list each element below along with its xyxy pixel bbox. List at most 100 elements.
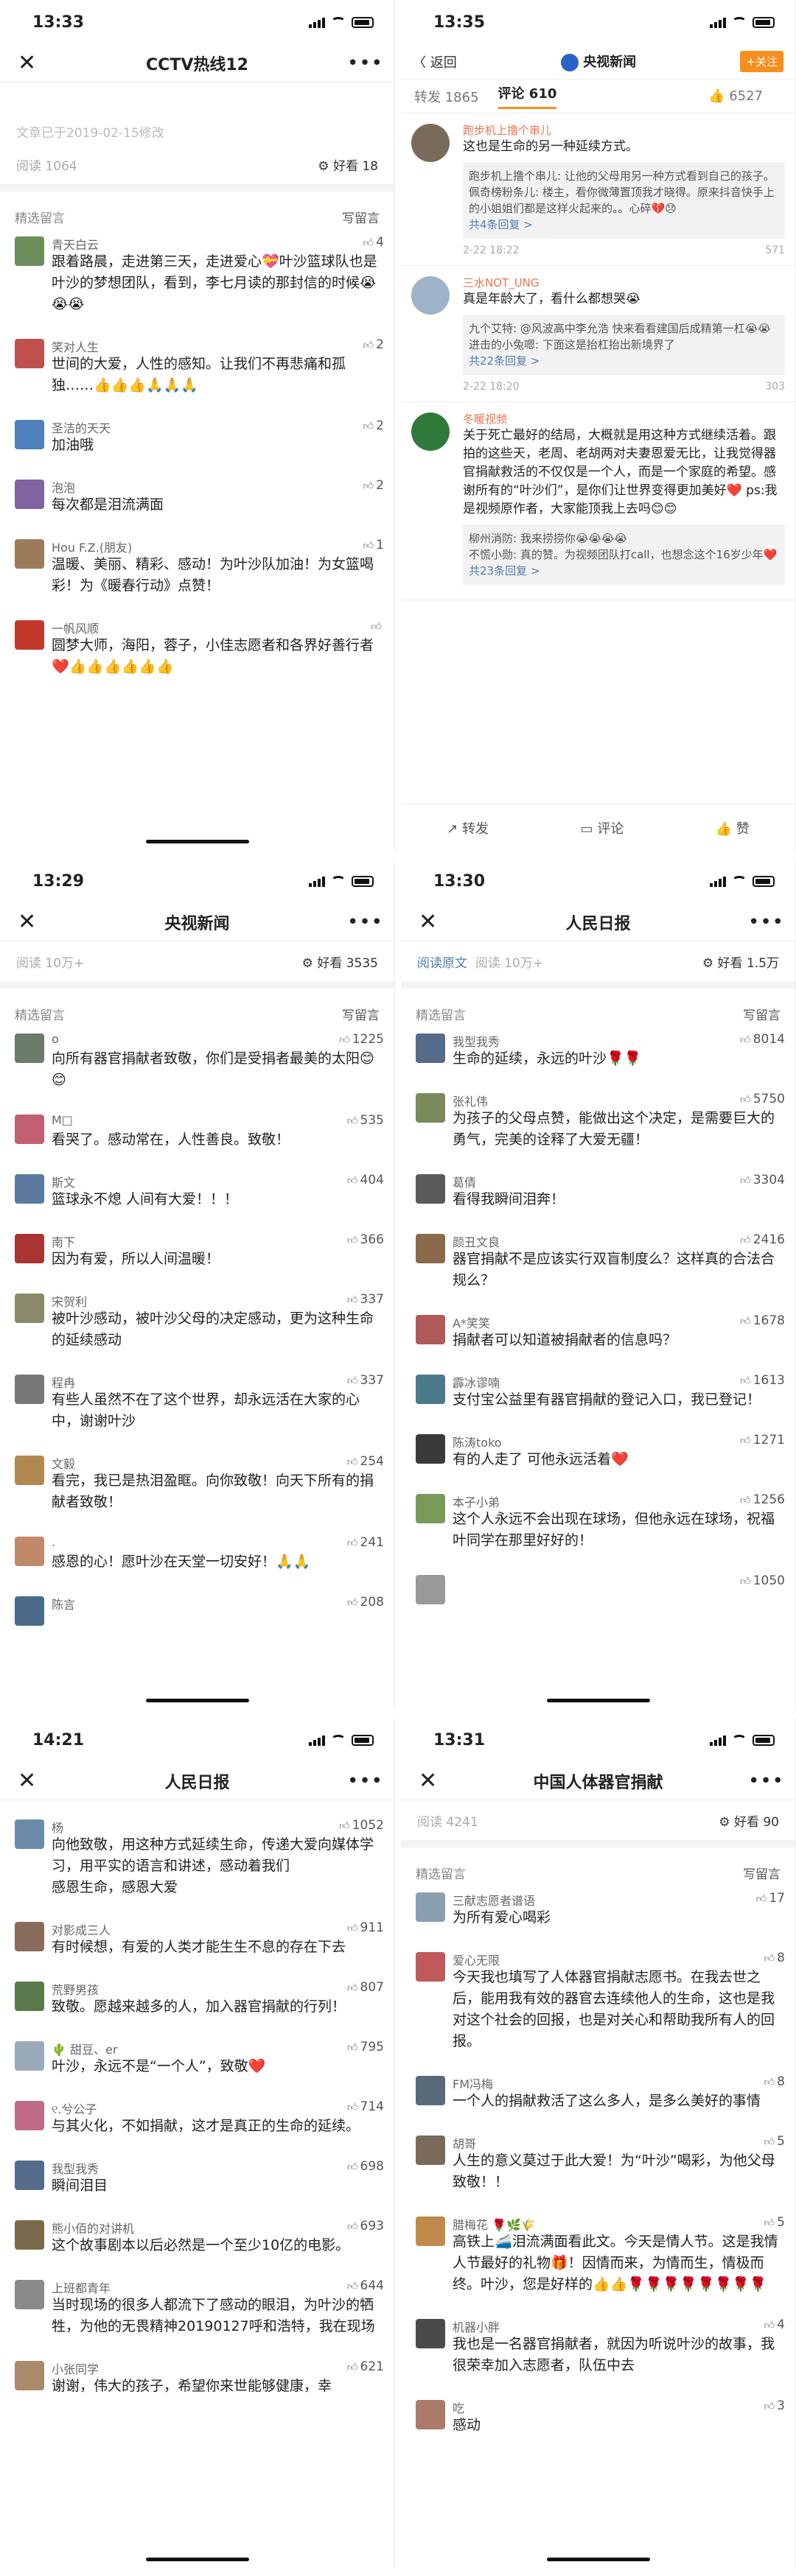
avatar[interactable] <box>15 1234 44 1263</box>
like-button[interactable]: 714 <box>347 2099 384 2116</box>
follow-button[interactable]: +关注 <box>740 51 783 72</box>
like-button[interactable]: 8 <box>764 1951 785 1967</box>
close-icon[interactable]: ✕ <box>419 909 448 935</box>
like-button[interactable]: 5 <box>764 2215 785 2231</box>
like-button[interactable]: 337 <box>347 1373 384 1389</box>
avatar[interactable] <box>15 480 44 509</box>
like-button[interactable]: 2 <box>363 418 384 435</box>
commenter-name[interactable]: 三水NOT_UNG <box>463 275 785 290</box>
more-replies-link[interactable]: 共23条回复 > <box>469 563 779 579</box>
more-icon[interactable]: ••• <box>347 52 383 74</box>
write-comment-button[interactable]: 写留言 <box>743 1005 781 1023</box>
like-button[interactable]: 795 <box>347 2040 384 2056</box>
like-button[interactable]: 5 <box>764 2134 785 2150</box>
like-button[interactable]: 1678 <box>740 1313 785 1330</box>
back-button[interactable]: 〈 返回 <box>413 52 457 71</box>
like-button[interactable]: 254 <box>347 1454 384 1470</box>
close-icon[interactable]: ✕ <box>18 909 47 935</box>
commenter-name[interactable]: 跑步机上撸个串儿 <box>463 122 785 138</box>
like-button[interactable]: 1050 <box>740 1573 785 1590</box>
like-button[interactable]: 1271 <box>740 1433 785 1449</box>
avatar[interactable] <box>416 1434 445 1464</box>
like-button[interactable]: 337 <box>347 1292 384 1308</box>
close-icon[interactable]: ✕ <box>419 1768 448 1794</box>
good-button[interactable]: ⚙ 好看 90 <box>719 1811 779 1830</box>
read-original-link[interactable]: 阅读原文 <box>417 956 467 971</box>
avatar[interactable] <box>416 1375 445 1404</box>
avatar[interactable] <box>416 1315 445 1344</box>
like-button[interactable]: 1 <box>363 538 384 554</box>
avatar[interactable] <box>15 1456 44 1485</box>
avatar[interactable] <box>416 2135 445 2165</box>
like-button[interactable]: 3 <box>764 2398 785 2415</box>
avatar[interactable] <box>15 1922 44 1951</box>
like-button[interactable]: 1613 <box>740 1373 785 1389</box>
avatar[interactable] <box>15 1537 44 1566</box>
more-replies-link[interactable]: 共22条回复 > <box>469 353 779 369</box>
like-button[interactable]: 17 <box>756 1891 785 1907</box>
like-button[interactable]: 2416 <box>740 1232 785 1249</box>
like-button[interactable]: 2 <box>363 478 384 494</box>
like-button[interactable]: 2 <box>363 337 384 354</box>
like-button[interactable]: 5750 <box>740 1092 785 1108</box>
avatar[interactable] <box>15 1033 44 1063</box>
avatar[interactable] <box>416 2400 445 2429</box>
good-button[interactable]: ⚙ 好看 3535 <box>302 952 378 971</box>
like-button[interactable]: 208 <box>347 1595 384 1611</box>
avatar[interactable] <box>15 2361 44 2390</box>
like-button[interactable]: 911 <box>347 1920 384 1937</box>
avatar[interactable] <box>15 2041 44 2071</box>
good-button[interactable]: ⚙ 好看 18 <box>318 155 378 174</box>
more-icon[interactable]: ••• <box>748 911 783 933</box>
like-button[interactable]: 698 <box>347 2159 384 2175</box>
write-comment-button[interactable]: 写留言 <box>743 1864 781 1882</box>
avatar[interactable] <box>416 1093 445 1123</box>
avatar[interactable] <box>416 2319 445 2348</box>
avatar[interactable] <box>15 420 44 449</box>
more-icon[interactable]: ••• <box>748 1770 783 1792</box>
like-button[interactable]: 571 <box>765 245 785 256</box>
avatar[interactable] <box>416 1494 445 1523</box>
avatar[interactable] <box>416 2217 445 2246</box>
avatar[interactable] <box>416 1174 445 1204</box>
avatar[interactable] <box>15 1596 44 1626</box>
like-button[interactable]: 807 <box>347 1980 384 1996</box>
more-icon[interactable]: ••• <box>347 911 383 933</box>
tab-comment[interactable]: 评论 610 <box>498 83 557 109</box>
avatar[interactable] <box>15 339 44 368</box>
avatar[interactable] <box>15 2220 44 2250</box>
like-button[interactable]: 1256 <box>740 1492 785 1509</box>
tab-repost[interactable]: 转发 1865 <box>414 87 479 106</box>
avatar[interactable] <box>15 236 44 266</box>
avatar[interactable] <box>15 620 44 650</box>
avatar[interactable] <box>15 2161 44 2190</box>
account-name[interactable]: 央视新闻 <box>457 52 741 71</box>
reply-box[interactable]: 跑步机上撸个串儿: 让他的父母用另一种方式看到自己的孩子。 佩奇榜粉条儿: 楼主，… <box>463 162 785 239</box>
commenter-name[interactable]: 冬暖视频 <box>463 411 785 427</box>
like-button[interactable]: 4 <box>363 235 384 251</box>
write-comment-button[interactable]: 写留言 <box>342 1005 380 1023</box>
more-replies-link[interactable]: 共4条回复 > <box>469 217 779 233</box>
like-button[interactable]: 303 <box>765 381 785 393</box>
like-button[interactable]: 4 <box>764 2317 785 2334</box>
avatar[interactable] <box>411 124 450 162</box>
tab-like[interactable]: 👍 6527 <box>708 88 782 104</box>
more-icon[interactable]: ••• <box>347 1770 383 1792</box>
like-button[interactable]: 👍 赞 <box>716 818 750 838</box>
avatar[interactable] <box>15 2101 44 2130</box>
like-button[interactable]: 8 <box>764 2074 785 2091</box>
like-button[interactable]: 644 <box>347 2278 384 2295</box>
avatar[interactable] <box>15 1294 44 1323</box>
like-button[interactable]: 8014 <box>740 1032 785 1048</box>
avatar[interactable] <box>416 1575 445 1604</box>
like-button[interactable]: 366 <box>347 1232 384 1249</box>
avatar[interactable] <box>416 2076 445 2105</box>
like-button[interactable]: 1225 <box>339 1032 384 1048</box>
avatar[interactable] <box>416 1234 445 1263</box>
repost-button[interactable]: ↗ 转发 <box>447 818 489 838</box>
avatar[interactable] <box>15 1375 44 1404</box>
write-comment-button[interactable]: 写留言 <box>342 208 380 226</box>
like-button[interactable]: 621 <box>347 2359 384 2376</box>
avatar[interactable] <box>15 1115 44 1144</box>
like-button[interactable] <box>371 619 384 635</box>
